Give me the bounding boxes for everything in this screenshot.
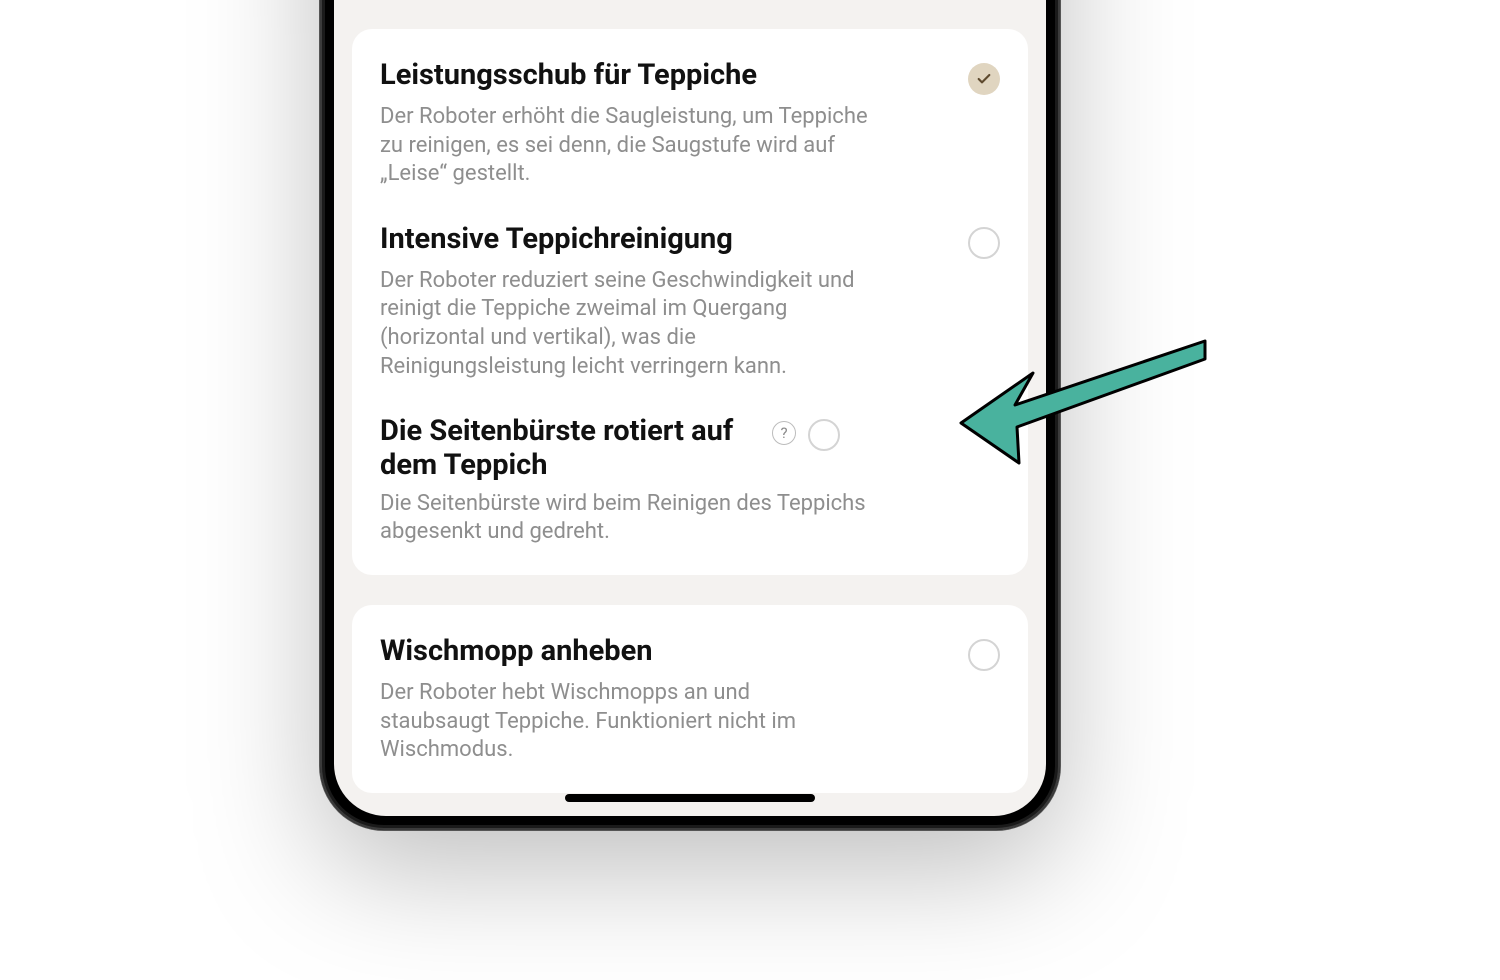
option-description: Die Seitenbürste wird beim Reinigen des …: [380, 490, 880, 547]
option-carpet-boost[interactable]: Leistungsschub für Teppiche Der Roboter …: [380, 35, 1000, 189]
settings-list: Leistungsschub für Teppiche Der Roboter …: [334, 0, 1046, 816]
phone-frame: Leistungsschub für Teppiche Der Roboter …: [320, 0, 1060, 830]
settings-card-mop: Wischmopp anheben Der Roboter hebt Wisch…: [352, 605, 1028, 793]
option-mop-lift[interactable]: Wischmopp anheben Der Roboter hebt Wisch…: [380, 611, 1000, 765]
option-title: Wischmopp anheben: [380, 635, 956, 668]
option-title: Leistungsschub für Teppiche: [380, 59, 956, 92]
toggle-intensive-carpet[interactable]: [968, 227, 1000, 259]
option-title: Die Seitenbürste rotiert auf dem Teppich: [380, 415, 760, 482]
home-indicator: [565, 794, 815, 802]
toggle-mop-lift[interactable]: [968, 639, 1000, 671]
toggle-side-brush-rotate[interactable]: [808, 419, 840, 451]
check-icon: [976, 71, 992, 87]
option-side-brush-rotate[interactable]: Die Seitenbürste rotiert auf dem Teppich…: [380, 381, 1000, 547]
option-description: Der Roboter reduziert seine Geschwindigk…: [380, 267, 880, 381]
option-description: Der Roboter hebt Wischmopps an und staub…: [380, 679, 800, 765]
option-description: Der Roboter erhöht die Saugleistung, um …: [380, 103, 880, 189]
phone-screen: Leistungsschub für Teppiche Der Roboter …: [334, 0, 1046, 816]
phone-mockup: Leistungsschub für Teppiche Der Roboter …: [320, 0, 1060, 830]
option-intensive-carpet[interactable]: Intensive Teppichreinigung Der Roboter r…: [380, 189, 1000, 381]
help-icon[interactable]: ?: [772, 421, 796, 445]
toggle-carpet-boost[interactable]: [968, 63, 1000, 95]
settings-card-carpet: Leistungsschub für Teppiche Der Roboter …: [352, 29, 1028, 575]
option-title: Intensive Teppichreinigung: [380, 223, 956, 256]
